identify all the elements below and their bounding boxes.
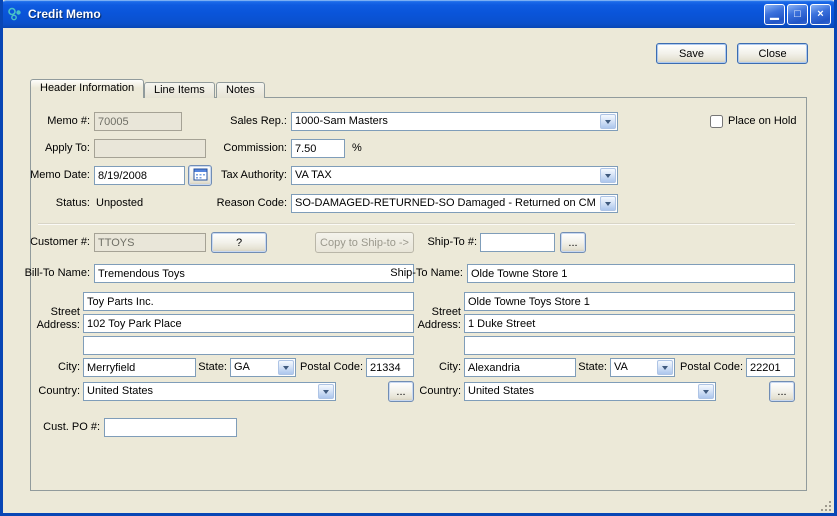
- credit-memo-window: Credit Memo ▁ □ × Save Close Header Info…: [0, 0, 837, 516]
- title-bar[interactable]: Credit Memo: [0, 0, 837, 28]
- chevron-down-icon: [278, 360, 294, 375]
- ship-to-name-input[interactable]: [467, 264, 795, 283]
- bill-to-street3-input[interactable]: [83, 336, 414, 355]
- minimize-button[interactable]: ▁: [764, 4, 785, 25]
- chevron-down-icon: [600, 114, 616, 129]
- ship-to-city-input[interactable]: [464, 358, 576, 377]
- tax-authority-label: Tax Authority:: [220, 169, 287, 181]
- ship-to-country-value: United States: [468, 385, 535, 397]
- ship-to-street3-input[interactable]: [464, 336, 795, 355]
- reason-code-value: SO-DAMAGED-RETURNED-SO Damaged - Returne…: [295, 197, 596, 209]
- sales-rep-label: Sales Rep.:: [230, 115, 287, 127]
- customer-lookup-button[interactable]: ?: [211, 232, 267, 253]
- tax-authority-value: VA TAX: [295, 169, 332, 181]
- apply-to-input[interactable]: [94, 139, 206, 158]
- section-divider: [38, 223, 795, 225]
- commission-label: Commission:: [223, 142, 287, 154]
- ship-to-street-label: Street Address:: [417, 306, 461, 331]
- tax-authority-select[interactable]: VA TAX: [291, 166, 618, 185]
- cust-po-label: Cust. PO #:: [43, 421, 100, 433]
- bill-to-postal-label: Postal Code:: [300, 361, 363, 373]
- bill-to-name-input[interactable]: [94, 264, 414, 283]
- minimize-icon: ▁: [770, 8, 779, 20]
- maximize-button[interactable]: □: [787, 4, 808, 25]
- ship-to-postal-input[interactable]: [746, 358, 795, 377]
- reason-code-select[interactable]: SO-DAMAGED-RETURNED-SO Damaged - Returne…: [291, 194, 618, 213]
- bill-to-state-select[interactable]: GA: [230, 358, 296, 377]
- ship-to-number-label: Ship-To #:: [427, 236, 477, 248]
- bill-to-street-label: Street Address:: [36, 306, 80, 331]
- chevron-down-icon: [600, 196, 616, 211]
- memo-date-input[interactable]: [94, 166, 185, 185]
- ship-to-number-input[interactable]: [480, 233, 555, 252]
- bill-to-city-input[interactable]: [83, 358, 196, 377]
- ship-to-country-select[interactable]: United States: [464, 382, 716, 401]
- resize-grip[interactable]: [821, 501, 832, 512]
- app-icon: [7, 6, 23, 22]
- bill-to-city-label: City:: [58, 361, 80, 373]
- bill-to-country-label: Country:: [38, 385, 80, 397]
- bill-to-name-label: Bill-To Name:: [24, 267, 90, 279]
- status-bar: [3, 501, 834, 513]
- memo-number-label: Memo #:: [47, 115, 90, 127]
- bill-to-street2-input[interactable]: [83, 314, 414, 333]
- ship-to-state-label: State:: [578, 361, 607, 373]
- customer-number-input[interactable]: [94, 233, 206, 252]
- ship-to-name-label: Ship-To Name:: [390, 267, 463, 279]
- place-on-hold-checkbox[interactable]: [710, 115, 723, 128]
- chevron-down-icon: [600, 168, 616, 183]
- customer-number-label: Customer #:: [30, 236, 90, 248]
- ship-to-postal-label: Postal Code:: [680, 361, 743, 373]
- close-window-button[interactable]: ×: [810, 4, 831, 25]
- chevron-down-icon: [657, 360, 673, 375]
- place-on-hold-label: Place on Hold: [728, 115, 797, 127]
- bill-to-state-value: GA: [234, 361, 250, 373]
- cust-po-input[interactable]: [104, 418, 237, 437]
- ship-to-street2-input[interactable]: [464, 314, 795, 333]
- window-controls: ▁ □ ×: [762, 4, 831, 25]
- window-title: Credit Memo: [28, 7, 101, 21]
- commission-input[interactable]: [291, 139, 345, 158]
- ship-to-browse-button[interactable]: ...: [560, 232, 586, 253]
- status-label: Status:: [55, 197, 90, 209]
- ship-to-country-label: Country:: [419, 385, 461, 397]
- sales-rep-select[interactable]: 1000-Sam Masters: [291, 112, 618, 131]
- sales-rep-value: 1000-Sam Masters: [295, 115, 388, 127]
- bill-to-street1-input[interactable]: [83, 292, 414, 311]
- maximize-icon: □: [794, 8, 801, 20]
- ship-to-street1-input[interactable]: [464, 292, 795, 311]
- bill-to-country-select[interactable]: United States: [83, 382, 336, 401]
- close-icon: ×: [817, 8, 824, 20]
- commission-unit: %: [352, 142, 362, 154]
- ship-to-state-value: VA: [614, 361, 628, 373]
- ship-to-city-label: City:: [439, 361, 461, 373]
- calendar-icon: [193, 168, 208, 184]
- chevron-down-icon: [698, 384, 714, 399]
- bill-to-state-label: State:: [198, 361, 227, 373]
- memo-date-label: Memo Date:: [30, 169, 90, 181]
- memo-number-input[interactable]: [94, 112, 182, 131]
- apply-to-label: Apply To:: [44, 142, 90, 154]
- chevron-down-icon: [318, 384, 334, 399]
- status-value: Unposted: [96, 197, 144, 209]
- ship-to-state-select[interactable]: VA: [610, 358, 675, 377]
- ship-to-country-browse-button[interactable]: ...: [769, 381, 795, 402]
- reason-code-label: Reason Code:: [216, 197, 287, 209]
- bill-to-country-value: United States: [87, 385, 154, 397]
